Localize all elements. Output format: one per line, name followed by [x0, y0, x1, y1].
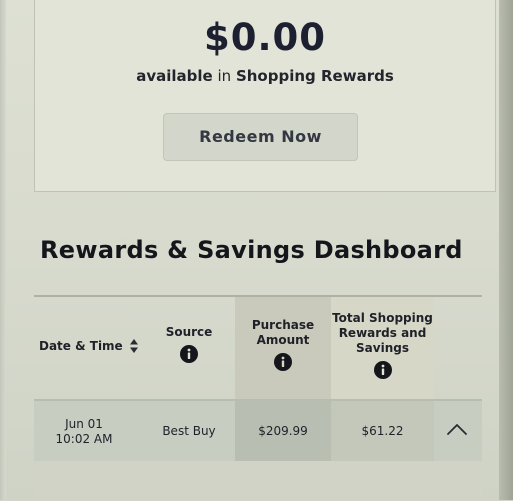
screen-edge-right: [499, 0, 513, 500]
row-total-rewards: $61.22: [361, 424, 404, 438]
total-rewards-header: Total Shopping Rewards and Savings: [331, 311, 434, 379]
info-icon[interactable]: [274, 353, 292, 371]
redeem-now-button[interactable]: Redeem Now: [163, 113, 358, 161]
screen-edge-left: [0, 0, 6, 500]
purchase-header-line2: Amount: [256, 333, 310, 347]
total-header-line1: Total Shopping: [332, 311, 433, 325]
purchase-amount-header: Purchase Amount: [235, 318, 331, 371]
source-header-label: Source: [165, 325, 213, 339]
total-header-line2: Rewards and: [338, 326, 427, 340]
date-time-header[interactable]: Date & Time: [39, 338, 144, 354]
available-in-word: in: [217, 67, 232, 85]
rewards-balance-card: $0.00 available in Shopping Rewards Rede…: [34, 0, 496, 192]
table-top-border: [34, 295, 482, 297]
row-date: Jun 01: [65, 417, 103, 431]
row-separator: [34, 399, 482, 401]
row-purchase-amount: $209.99: [258, 424, 308, 438]
date-time-header-label: Date & Time: [39, 338, 123, 353]
total-header-line3: Savings: [356, 341, 409, 355]
rewards-amount: $0.00: [203, 16, 327, 59]
source-header: Source: [144, 325, 234, 363]
chevron-up-icon[interactable]: [439, 415, 475, 445]
expanded-row-detail: [34, 461, 482, 501]
purchase-header-line1: Purchase: [251, 318, 315, 332]
available-line: available in Shopping Rewards: [35, 67, 495, 85]
info-icon[interactable]: [180, 345, 198, 363]
available-word: available: [136, 67, 213, 85]
row-date-time: Jun 01 10:02 AM: [34, 417, 134, 447]
row-source: Best Buy: [162, 424, 216, 438]
info-icon[interactable]: [373, 361, 392, 379]
sort-icon[interactable]: [129, 338, 139, 354]
row-time: 10:02 AM: [55, 432, 113, 446]
program-name: Shopping Rewards: [235, 67, 394, 85]
dashboard-title: Rewards & Savings Dashboard: [40, 236, 463, 264]
rewards-table: Date & Time Source Purchase Amount Total…: [34, 295, 482, 501]
